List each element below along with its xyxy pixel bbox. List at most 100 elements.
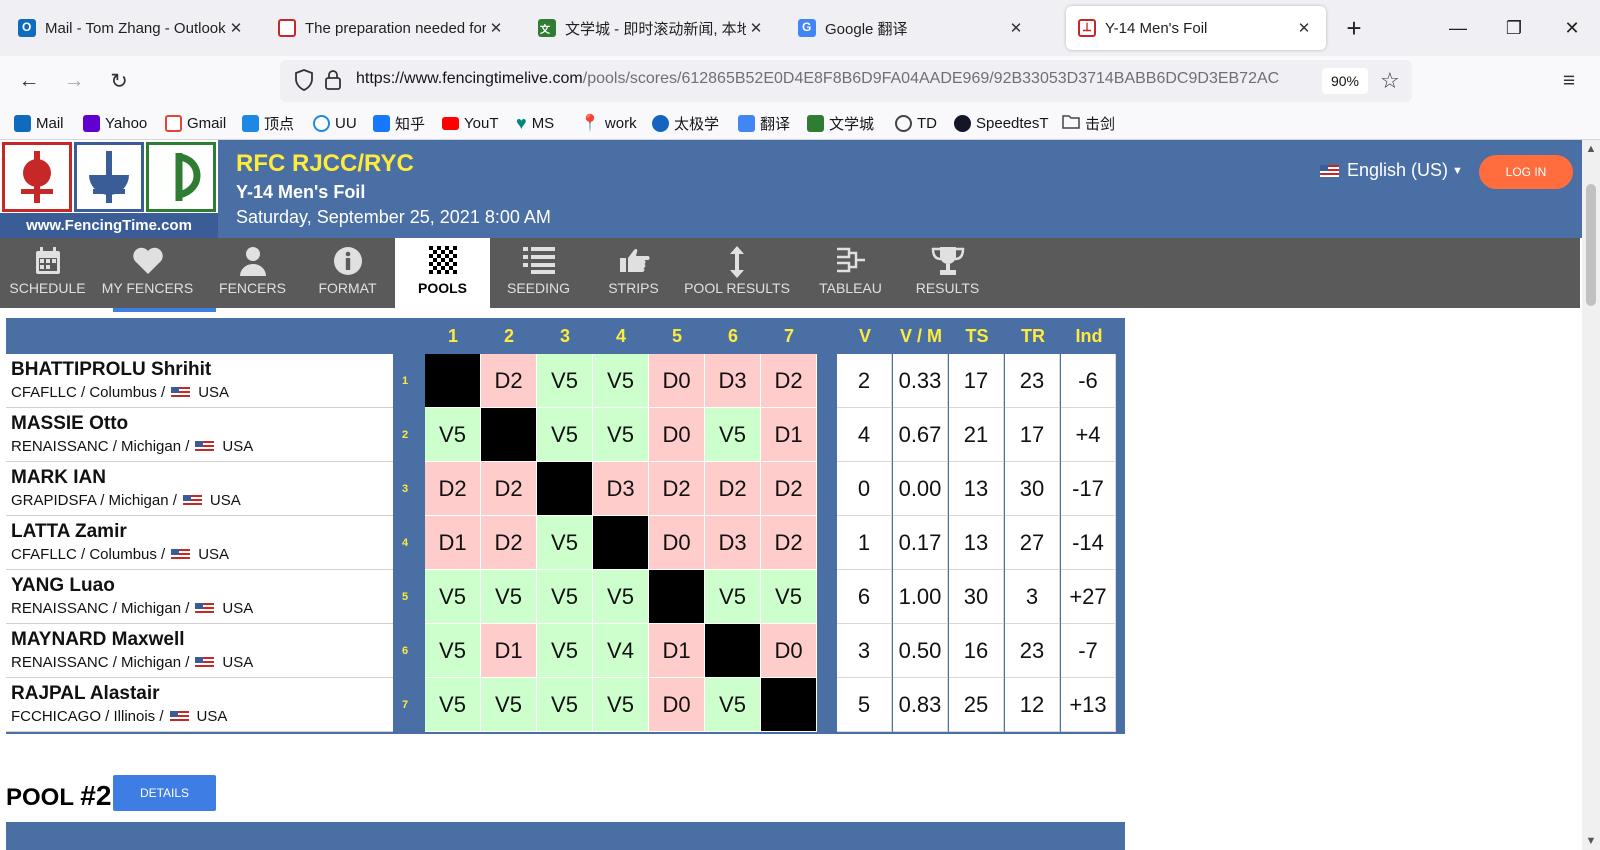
close-icon[interactable]: ✕ xyxy=(1006,19,1026,37)
bookmark-dingdian[interactable]: 顶点 xyxy=(242,112,294,134)
logo-caption: www.FencingTime.com xyxy=(0,213,218,238)
menu-seeding[interactable]: SEEDING xyxy=(491,238,586,308)
menu-format[interactable]: FORMAT xyxy=(300,238,395,308)
page-scrollbar[interactable]: ▲ ▼ xyxy=(1582,140,1600,850)
bookmark-youtube[interactable]: YouT xyxy=(442,112,498,134)
bookmark-star-icon[interactable]: ☆ xyxy=(1380,68,1400,94)
window-close-icon[interactable]: ✕ xyxy=(1544,0,1600,56)
fencer-club: CFAFLLC / Columbus / USA xyxy=(11,384,229,401)
menu-tableau[interactable]: TABLEAU xyxy=(803,238,898,308)
info-icon xyxy=(300,246,395,276)
fencer-row[interactable]: MAYNARD Maxwell RENAISSANC / Michigan / US… xyxy=(6,624,393,678)
details-button-edge xyxy=(113,308,216,312)
outlook-icon: O xyxy=(18,19,36,37)
bookmark-yahoo[interactable]: Yahoo xyxy=(83,112,147,134)
stat-cell: -14 xyxy=(1061,516,1116,570)
bookmark-mail[interactable]: Mail xyxy=(14,112,64,134)
bookmark-speedtest[interactable]: SpeedtesT xyxy=(954,112,1049,134)
bookmark-wenxuecheng[interactable]: 文学城 xyxy=(807,112,874,134)
address-bar[interactable]: https://www.fencingtimelive.com/pools/sc… xyxy=(280,60,1412,102)
fencingtime-icon: ⟂ xyxy=(1078,19,1096,37)
details-button[interactable]: DETAILS xyxy=(113,775,216,811)
stat-cell: 17 xyxy=(1005,408,1060,462)
minimize-icon[interactable]: — xyxy=(1430,0,1486,56)
tab-outlook[interactable]: O Mail - Tom Zhang - Outlook ✕ xyxy=(6,6,258,50)
menu-my-fencers[interactable]: MY FENCERS xyxy=(100,238,195,308)
back-arrow-icon[interactable]: ← xyxy=(12,64,46,98)
bookmark-gmail[interactable]: Gmail xyxy=(165,112,226,134)
bookmark-label: 翻译 xyxy=(760,115,791,133)
row-number: 7 xyxy=(401,699,409,711)
menu-pools[interactable]: POOLS xyxy=(395,238,490,308)
language-selector[interactable]: English (US) ▼ xyxy=(1320,160,1463,181)
menu-fencers[interactable]: FENCERS xyxy=(205,238,300,308)
victory-cell: V5 xyxy=(705,678,761,732)
stat-cell: 2 xyxy=(837,354,892,408)
close-icon[interactable]: ✕ xyxy=(746,19,766,37)
url-text[interactable]: https://www.fencingtimelive.com/pools/sc… xyxy=(356,70,1326,88)
bout-header: 2 xyxy=(503,326,514,346)
bookmark-zhihu[interactable]: 知乎 xyxy=(373,112,425,134)
tab-preparation[interactable]: The preparation needed for th ✕ xyxy=(266,6,518,50)
menu-results[interactable]: RESULTS xyxy=(900,238,995,308)
bout-header: 1 xyxy=(447,326,458,346)
fencer-name: LATTA Zamir xyxy=(11,521,127,542)
stat-cell: 4 xyxy=(837,408,892,462)
bookmark-uu[interactable]: UU xyxy=(313,112,357,134)
scroll-down-icon[interactable]: ▼ xyxy=(1582,832,1600,850)
menu-label: MY FENCERS xyxy=(101,280,194,296)
forward-arrow-icon[interactable]: → xyxy=(57,64,91,98)
zoom-level[interactable]: 90% xyxy=(1322,68,1368,94)
victory-cell: V5 xyxy=(537,624,593,678)
wenxuecheng-icon xyxy=(807,114,824,132)
defeat-cell: D0 xyxy=(649,516,705,570)
fencer-name: YANG Luao xyxy=(11,575,115,596)
close-icon[interactable]: ✕ xyxy=(226,19,246,37)
stat-cell: 3 xyxy=(1005,570,1060,624)
fencer-row[interactable]: YANG Luao RENAISSANC / Michigan / USA xyxy=(6,570,393,624)
row-number: 5 xyxy=(401,591,409,603)
restore-icon[interactable]: ❐ xyxy=(1486,0,1542,56)
fencingtime-logo[interactable]: www.FencingTime.com xyxy=(0,140,218,238)
bookmark-label: UU xyxy=(335,114,357,132)
reload-icon[interactable]: ↻ xyxy=(102,64,136,98)
login-button[interactable]: LOG IN xyxy=(1479,155,1573,189)
bookmark-work[interactable]: 📍 work xyxy=(580,112,637,134)
site-header: www.FencingTime.com RFC RJCC/RYC Y-14 Me… xyxy=(0,140,1582,238)
lock-icon[interactable] xyxy=(324,69,342,96)
menu-pool-results[interactable]: POOL RESULTS xyxy=(683,238,791,308)
yahoo-icon xyxy=(83,114,100,132)
tab-wenxuecheng[interactable]: 文 文学城 - 即时滚动新闻, 本地新 ✕ xyxy=(526,6,778,50)
menu-schedule[interactable]: SCHEDULE xyxy=(0,238,95,308)
bookmark-translate[interactable]: 翻译 xyxy=(738,112,790,134)
dingdian-icon xyxy=(242,114,259,132)
fencer-row[interactable]: LATTA Zamir CFAFLLC / Columbus / USA xyxy=(6,516,393,570)
scroll-thumb[interactable] xyxy=(1586,184,1596,306)
fencer-row[interactable]: RAJPAL Alastair FCCHICAGO / Illinois / USA xyxy=(6,678,393,732)
bookmark-taijixue[interactable]: 太极学 xyxy=(652,112,719,134)
stat-cell: 25 xyxy=(949,678,1004,732)
defeat-cell: D3 xyxy=(593,462,649,516)
new-tab-button[interactable]: + xyxy=(1326,0,1382,56)
scroll-up-icon[interactable]: ▲ xyxy=(1582,140,1600,158)
tab-google-translate[interactable]: G Google 翻译 ✕ xyxy=(786,6,1038,50)
fencer-row[interactable]: MARK IAN GRAPIDSFA / Michigan / USA xyxy=(6,462,393,516)
bookmark-td[interactable]: TD xyxy=(895,112,937,134)
close-icon[interactable]: ✕ xyxy=(1294,19,1314,37)
self-bout-cell xyxy=(649,570,705,624)
fencer-country: USA xyxy=(222,438,254,455)
bookmark-jijian[interactable]: 击剑 xyxy=(1062,112,1115,134)
stat-cell: 0.67 xyxy=(893,408,948,462)
fencer-row[interactable]: MASSIE Otto RENAISSANC / Michigan / USA xyxy=(6,408,393,462)
bout-header: 3 xyxy=(559,326,570,346)
hamburger-menu-icon[interactable]: ≡ xyxy=(1552,64,1586,98)
fencer-row[interactable]: BHATTIPROLU Shrihit CFAFLLC / Columbus / U… xyxy=(6,354,393,408)
stat-cell: 30 xyxy=(949,570,1004,624)
close-icon[interactable]: ✕ xyxy=(486,19,506,37)
bookmarks-bar: Mail Yahoo Gmail 顶点 UU 知乎 YouT ♥ MS 📍 work… xyxy=(0,106,1600,140)
menu-strips[interactable]: STRIPS xyxy=(586,238,681,308)
bookmark-ms[interactable]: ♥ MS xyxy=(516,112,554,134)
tab-y14-mens-foil[interactable]: ⟂ Y-14 Men's Foil ✕ xyxy=(1066,6,1326,50)
shield-icon[interactable] xyxy=(294,69,314,96)
stat-cell: +27 xyxy=(1061,570,1116,624)
